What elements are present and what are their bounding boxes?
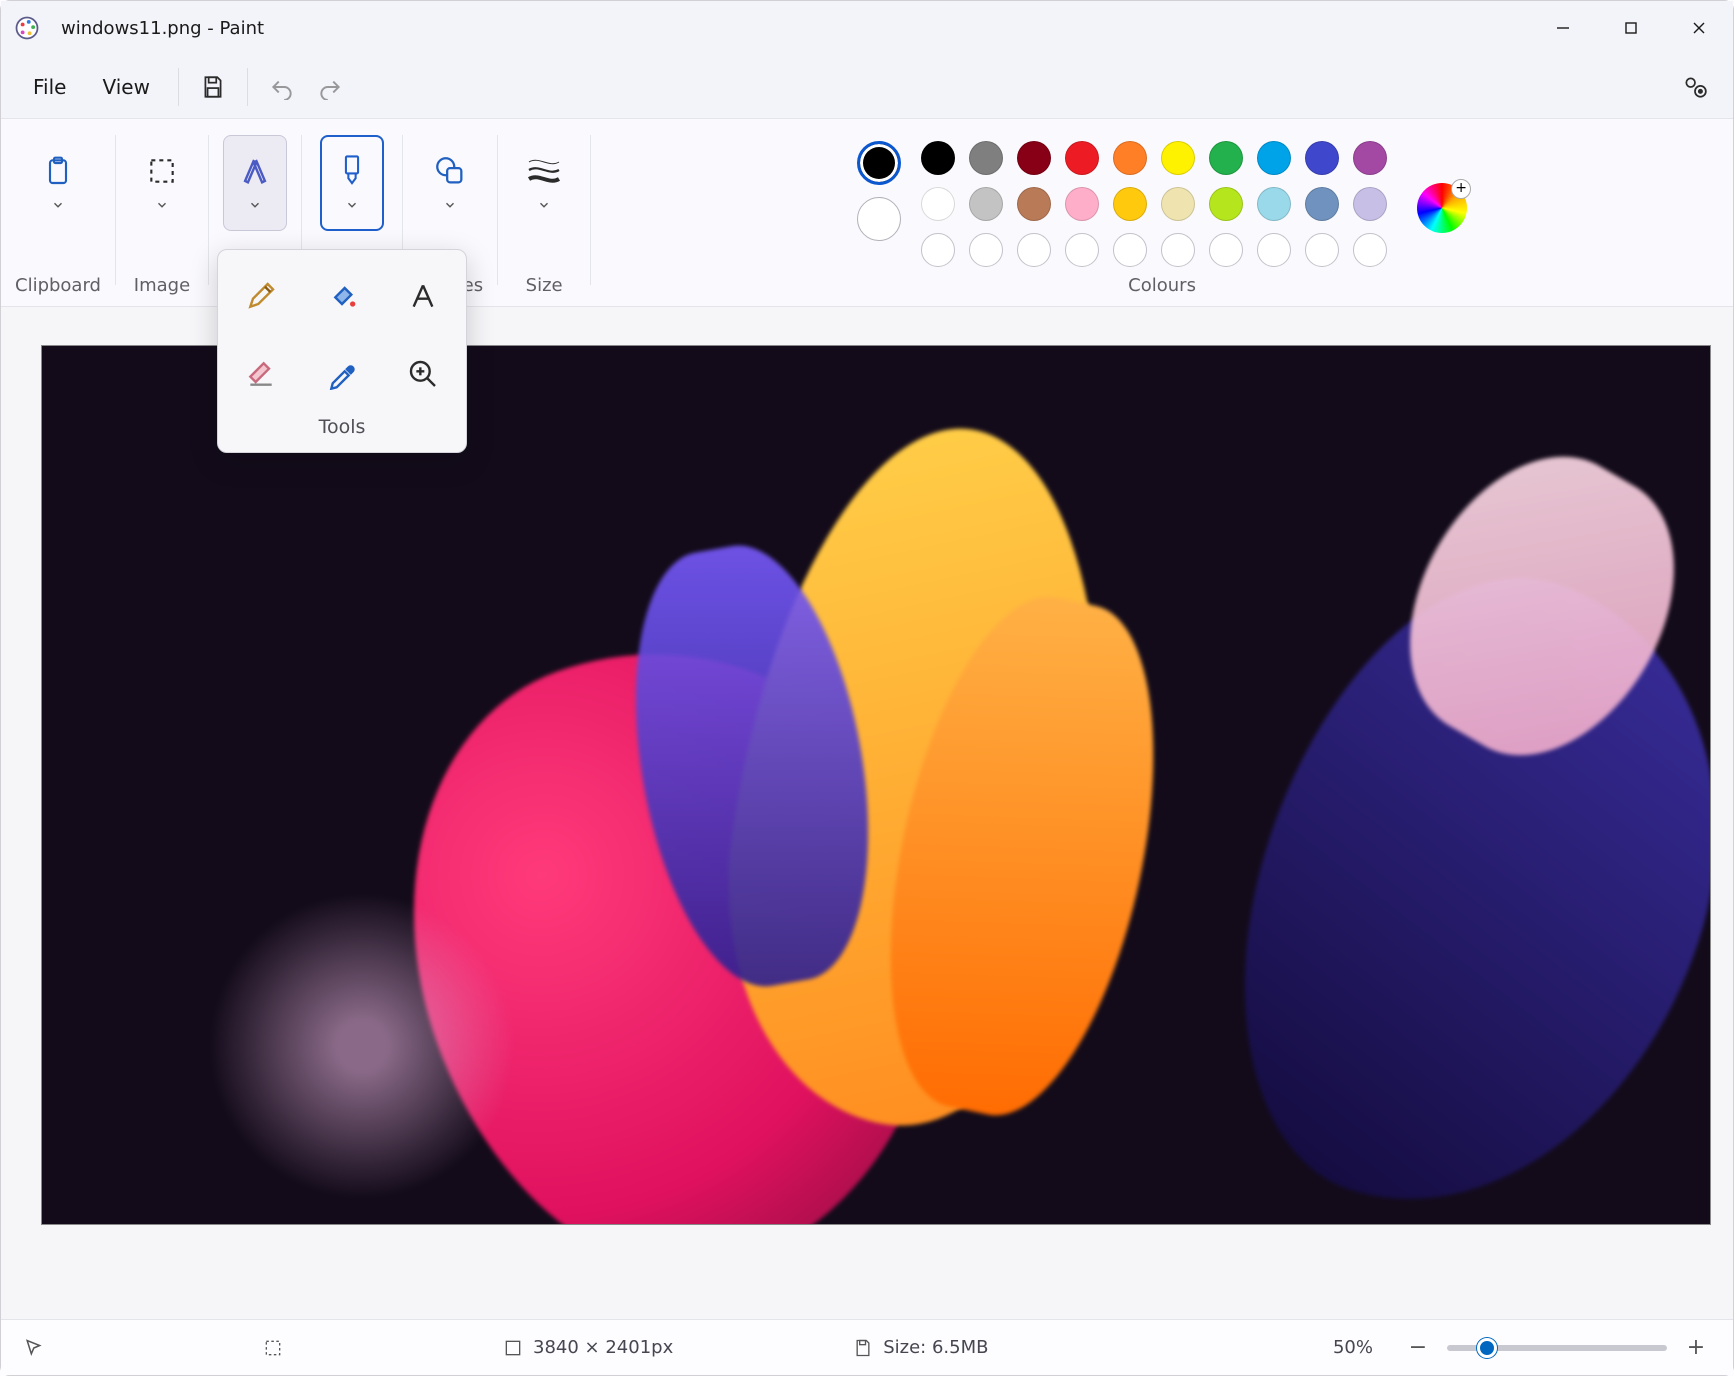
canvas-area: [1, 307, 1733, 1319]
color-swatch[interactable]: [1065, 187, 1099, 221]
custom-color-slot[interactable]: [1065, 233, 1099, 267]
color-swatch[interactable]: [1065, 141, 1099, 175]
close-button[interactable]: [1665, 1, 1733, 55]
custom-color-slot[interactable]: [969, 233, 1003, 267]
chevron-down-icon: [248, 197, 262, 216]
color-swatch[interactable]: [1353, 141, 1387, 175]
statusbar: 3840 × 2401px Size: 6.5MB 50% − +: [1, 1319, 1733, 1375]
tools-icon: [235, 151, 275, 191]
tools-dropdown[interactable]: [223, 135, 287, 231]
save-button[interactable]: [189, 63, 237, 111]
color-swatch[interactable]: [1209, 141, 1243, 175]
colours-group: Colours: [591, 129, 1733, 306]
tools-popup-label: Tools: [236, 416, 448, 438]
settings-button[interactable]: [1671, 63, 1719, 111]
titlebar: windows11.png - Paint: [1, 1, 1733, 55]
zoom-slider-thumb[interactable]: [1477, 1338, 1497, 1358]
color-swatch[interactable]: [1353, 187, 1387, 221]
ribbon: Clipboard Image Tools Brushes: [1, 119, 1733, 307]
color-swatch[interactable]: [1017, 187, 1051, 221]
color-swatch[interactable]: [1305, 187, 1339, 221]
size-group: Size: [498, 129, 590, 306]
shapes-icon: [430, 151, 470, 191]
menubar: File View: [1, 55, 1733, 119]
zoom-in-button[interactable]: +: [1681, 1333, 1711, 1363]
color-swatch[interactable]: [1113, 187, 1147, 221]
color-picker-tool[interactable]: [318, 350, 366, 398]
eraser-tool[interactable]: [237, 350, 285, 398]
image-label: Image: [134, 275, 190, 306]
select-button[interactable]: [130, 135, 194, 231]
selection-icon: [142, 151, 182, 191]
custom-color-slot[interactable]: [1305, 233, 1339, 267]
zoom-out-button[interactable]: −: [1403, 1333, 1433, 1363]
file-size-value: Size: 6.5MB: [883, 1337, 988, 1358]
tools-popup: Tools: [217, 249, 467, 453]
undo-button[interactable]: [258, 63, 306, 111]
chevron-down-icon: [537, 197, 551, 216]
edit-colors-button[interactable]: [1417, 183, 1467, 233]
image-group: Image: [116, 129, 208, 306]
color-swatch[interactable]: [1113, 141, 1147, 175]
chevron-down-icon: [345, 197, 359, 216]
brushes-dropdown[interactable]: [320, 135, 384, 231]
size-label: Size: [526, 275, 563, 306]
custom-color-slot[interactable]: [1161, 233, 1195, 267]
cursor-position: [23, 1338, 43, 1358]
color-swatch[interactable]: [1257, 187, 1291, 221]
color-swatch[interactable]: [1161, 187, 1195, 221]
shapes-dropdown[interactable]: [418, 135, 482, 231]
secondary-color-swatch[interactable]: [857, 197, 901, 241]
redo-button[interactable]: [306, 63, 354, 111]
custom-color-slot[interactable]: [1353, 233, 1387, 267]
color-swatch[interactable]: [1017, 141, 1051, 175]
color-swatch[interactable]: [1257, 141, 1291, 175]
color-swatch[interactable]: [969, 187, 1003, 221]
custom-color-slot[interactable]: [1017, 233, 1051, 267]
custom-color-slot[interactable]: [1209, 233, 1243, 267]
canvas-image[interactable]: [41, 345, 1711, 1225]
clipboard-label: Clipboard: [15, 275, 101, 306]
brush-icon: [332, 151, 372, 191]
maximize-button[interactable]: [1597, 1, 1665, 55]
color-swatch[interactable]: [1305, 141, 1339, 175]
selection-size: [263, 1338, 283, 1358]
primary-color-swatch[interactable]: [857, 141, 901, 185]
chevron-down-icon: [443, 197, 457, 216]
color-swatch[interactable]: [921, 187, 955, 221]
color-palette: [921, 141, 1387, 267]
paste-button[interactable]: [26, 135, 90, 231]
clipboard-group: Clipboard: [1, 129, 115, 306]
view-menu[interactable]: View: [84, 67, 167, 107]
color-swatch[interactable]: [969, 141, 1003, 175]
zoom-value: 50%: [1333, 1337, 1373, 1358]
line-weight-icon: [524, 151, 564, 191]
image-dimensions: 3840 × 2401px: [503, 1337, 673, 1358]
chevron-down-icon: [155, 197, 169, 216]
paint-app-icon: [13, 14, 41, 42]
minimize-button[interactable]: [1529, 1, 1597, 55]
size-dropdown[interactable]: [512, 135, 576, 231]
color-swatch[interactable]: [1209, 187, 1243, 221]
window-title: windows11.png - Paint: [61, 18, 264, 39]
pencil-tool[interactable]: [237, 272, 285, 320]
colours-label: Colours: [1128, 275, 1196, 306]
color-swatch[interactable]: [1161, 141, 1195, 175]
magnifier-tool[interactable]: [399, 350, 447, 398]
zoom-slider[interactable]: [1447, 1345, 1667, 1351]
custom-color-slot[interactable]: [1113, 233, 1147, 267]
file-menu[interactable]: File: [15, 67, 84, 107]
custom-color-slot[interactable]: [921, 233, 955, 267]
custom-color-slot[interactable]: [1257, 233, 1291, 267]
clipboard-icon: [38, 151, 78, 191]
dimensions-value: 3840 × 2401px: [533, 1337, 673, 1358]
color-swatch[interactable]: [921, 141, 955, 175]
fill-tool[interactable]: [318, 272, 366, 320]
text-tool[interactable]: [399, 272, 447, 320]
chevron-down-icon: [51, 197, 65, 216]
file-size: Size: 6.5MB: [853, 1337, 988, 1358]
